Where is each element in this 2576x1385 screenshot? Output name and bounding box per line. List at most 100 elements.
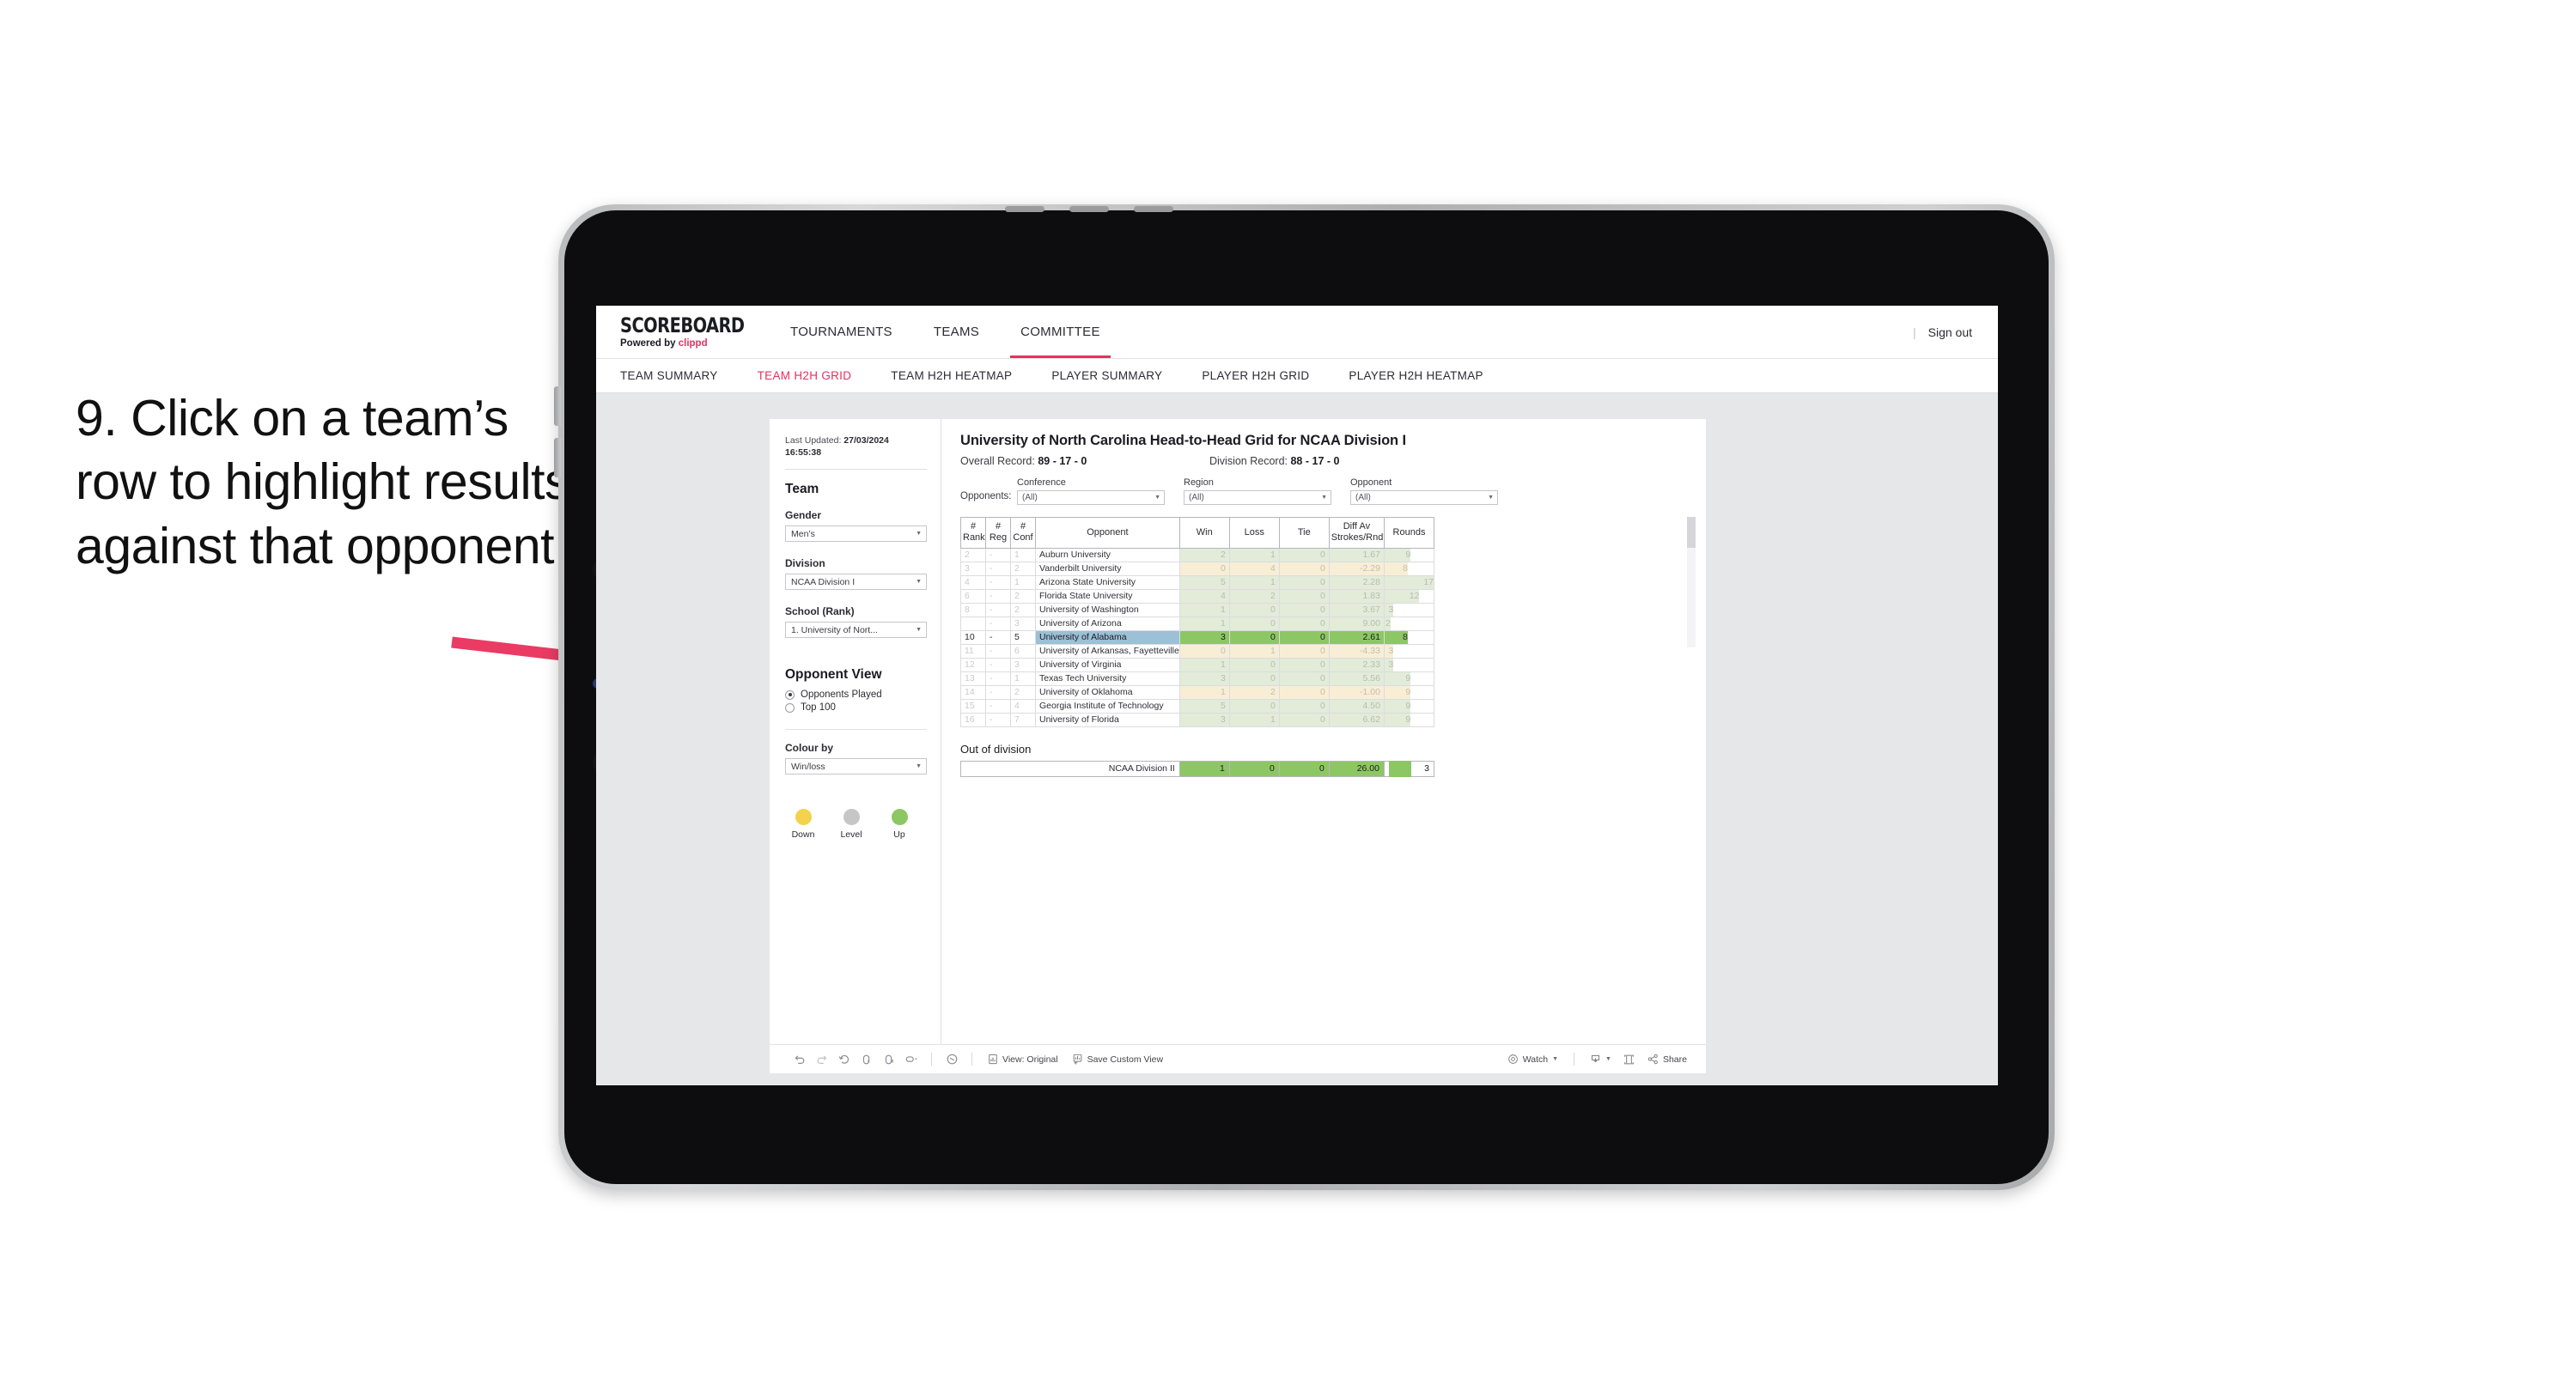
col-reg[interactable]: # Reg — [985, 517, 1011, 549]
watch-button[interactable]: Watch ▼ — [1501, 1054, 1565, 1065]
cell-diff: -4.33 — [1328, 643, 1385, 659]
volume-up-button[interactable] — [554, 386, 561, 426]
divider — [785, 469, 927, 471]
colour-by-label: Colour by — [785, 742, 833, 755]
nav-item-teams[interactable]: TEAMS — [913, 306, 1000, 358]
col-win[interactable]: Win — [1178, 517, 1230, 549]
tab-team-summary[interactable]: TEAM SUMMARY — [620, 369, 718, 382]
cell-loss: 1 — [1228, 574, 1280, 590]
opponent-select[interactable]: (All) ▼ — [1350, 490, 1498, 505]
col-diff-line1: Diff Av — [1343, 521, 1371, 532]
table-row[interactable]: 4-1 Arizona State University 5 1 0 2.28 17 — [960, 574, 1435, 590]
redo-icon[interactable] — [811, 1048, 833, 1071]
division-label: Division — [785, 557, 825, 570]
table-row[interactable]: 13-1 Texas Tech University 3 0 0 5.56 9 — [960, 671, 1435, 686]
refresh-icon[interactable] — [856, 1048, 878, 1071]
last-updated: Last Updated: 27/03/2024 16:55:38 — [785, 434, 927, 459]
gender-select[interactable]: Men’s ▼ — [785, 525, 927, 543]
replay-icon[interactable] — [900, 1048, 923, 1071]
share-button[interactable]: Share — [1641, 1054, 1694, 1065]
save-custom-view-button[interactable]: Save Custom View — [1065, 1054, 1171, 1065]
col-rank[interactable]: # Rank — [960, 517, 986, 549]
undo-icon[interactable] — [789, 1048, 811, 1071]
radio-top-100[interactable]: Top 100 — [785, 702, 927, 713]
cell-diff: 1.83 — [1328, 588, 1385, 604]
legend-label: Down — [791, 829, 815, 841]
col-loss[interactable]: Loss — [1228, 517, 1280, 549]
cell-conf: 3 — [1010, 657, 1036, 672]
cell-rank: 6 — [960, 588, 986, 604]
col-diff[interactable]: Diff Av Strokes/Rnd — [1328, 517, 1385, 549]
pause-icon[interactable] — [878, 1048, 900, 1071]
brand-logo[interactable]: SCOREBOARD Powered by clippd — [620, 315, 749, 349]
toolbar-divider — [971, 1053, 972, 1066]
region-select[interactable]: (All) ▼ — [1184, 490, 1331, 505]
cell-conf: 2 — [1010, 684, 1036, 700]
radio-opponents-played[interactable]: Opponents Played — [785, 689, 927, 700]
table-row[interactable]: 14-2 University of Oklahoma 1 2 0 -1.00 9 — [960, 684, 1435, 700]
gender-label: Gender — [785, 509, 822, 522]
tab-player-h2h-grid[interactable]: PLAYER H2H GRID — [1202, 369, 1309, 382]
table-row[interactable]: 3-2 Vanderbilt University 0 4 0 -2.29 8 — [960, 561, 1435, 576]
last-updated-label: Last Updated: — [785, 435, 844, 446]
ood-label: NCAA Division II — [960, 760, 1180, 777]
cell-win: 1 — [1178, 684, 1230, 700]
cell-rounds: 3 — [1383, 657, 1435, 672]
rounds-value: 9 — [1405, 714, 1411, 725]
conference-select[interactable]: (All) ▼ — [1017, 490, 1165, 505]
table-row[interactable]: 11-6 University of Arkansas, Fayetteville… — [960, 643, 1435, 659]
chevron-down-icon: ▼ — [1154, 495, 1160, 501]
nav-item-tournaments[interactable]: TOURNAMENTS — [770, 306, 913, 358]
cell-rank: 11 — [960, 643, 986, 659]
tab-team-h2h-heatmap[interactable]: TEAM H2H HEATMAP — [891, 369, 1012, 382]
table-row[interactable]: 10-5 University of Alabama 3 0 0 2.61 8 — [960, 629, 1435, 645]
col-conf[interactable]: # Conf — [1010, 517, 1036, 549]
col-rounds[interactable]: Rounds — [1383, 517, 1435, 549]
annotation-text: 9. Click on a team’s row to highlight re… — [76, 390, 570, 574]
table-row[interactable]: 12-3 University of Virginia 1 0 0 2.33 3 — [960, 657, 1435, 672]
col-diff-line2: Strokes/Rnd — [1331, 532, 1384, 544]
opponent-label: Opponent — [1350, 477, 1392, 488]
clear-icon[interactable] — [941, 1048, 963, 1071]
volume-down-button[interactable] — [554, 438, 561, 477]
cell-loss: 1 — [1228, 547, 1280, 562]
colour-by-select[interactable]: Win/loss ▼ — [785, 758, 927, 775]
signout-link[interactable]: Sign out — [1928, 325, 1972, 339]
tab-team-h2h-grid[interactable]: TEAM H2H GRID — [758, 369, 852, 382]
table-row[interactable]: -3 University of Arizona 1 0 0 9.00 2 — [960, 616, 1435, 631]
tab-player-h2h-heatmap[interactable]: PLAYER H2H HEATMAP — [1349, 369, 1483, 382]
revert-icon[interactable] — [833, 1048, 856, 1071]
table-scrollbar[interactable] — [1687, 517, 1696, 647]
cell-rounds: 9 — [1383, 712, 1435, 727]
radio-icon — [785, 689, 795, 700]
cell-rank: 14 — [960, 684, 986, 700]
col-tie[interactable]: Tie — [1278, 517, 1330, 549]
cell-rounds: 12 — [1383, 588, 1435, 604]
cell-rounds: 8 — [1383, 561, 1435, 576]
table-row[interactable]: 2-1 Auburn University 2 1 0 1.67 9 — [960, 547, 1435, 562]
division-select[interactable]: NCAA Division I ▼ — [785, 574, 927, 591]
table-row[interactable]: 8-2 University of Washington 1 0 0 3.67 3 — [960, 602, 1435, 617]
cell-diff: 3.67 — [1328, 602, 1385, 617]
cell-loss: 2 — [1228, 588, 1280, 604]
nav-item-committee[interactable]: COMMITTEE — [1000, 306, 1121, 358]
cell-loss: 0 — [1228, 602, 1280, 617]
table-row[interactable]: 16-7 University of Florida 3 1 0 6.62 9 — [960, 712, 1435, 727]
scrollbar-thumb[interactable] — [1687, 517, 1696, 548]
cell-conf: 3 — [1010, 616, 1036, 631]
cell-reg: - — [985, 561, 1011, 576]
watch-label: Watch — [1522, 1054, 1549, 1065]
out-of-division-row[interactable]: NCAA Division II 1 0 0 26.00 3 — [960, 760, 1435, 777]
table-row[interactable]: 15-4 Georgia Institute of Technology 5 0 0 4.… — [960, 698, 1435, 714]
download-button[interactable]: ▼ — [1583, 1054, 1618, 1066]
table-row[interactable]: 6-2 Florida State University 4 2 0 1.83 12 — [960, 588, 1435, 604]
device-layout-icon[interactable] — [1618, 1048, 1641, 1071]
region-label: Region — [1184, 477, 1214, 488]
col-opponent[interactable]: Opponent — [1035, 517, 1180, 549]
tab-player-summary[interactable]: PLAYER SUMMARY — [1051, 369, 1162, 382]
view-original-button[interactable]: View: Original — [981, 1054, 1065, 1065]
cell-diff: 2.61 — [1328, 629, 1385, 645]
school-rank-select[interactable]: 1. University of Nort... ▼ — [785, 622, 927, 639]
cell-reg: - — [985, 629, 1011, 645]
radio-label: Opponents Played — [801, 689, 882, 701]
